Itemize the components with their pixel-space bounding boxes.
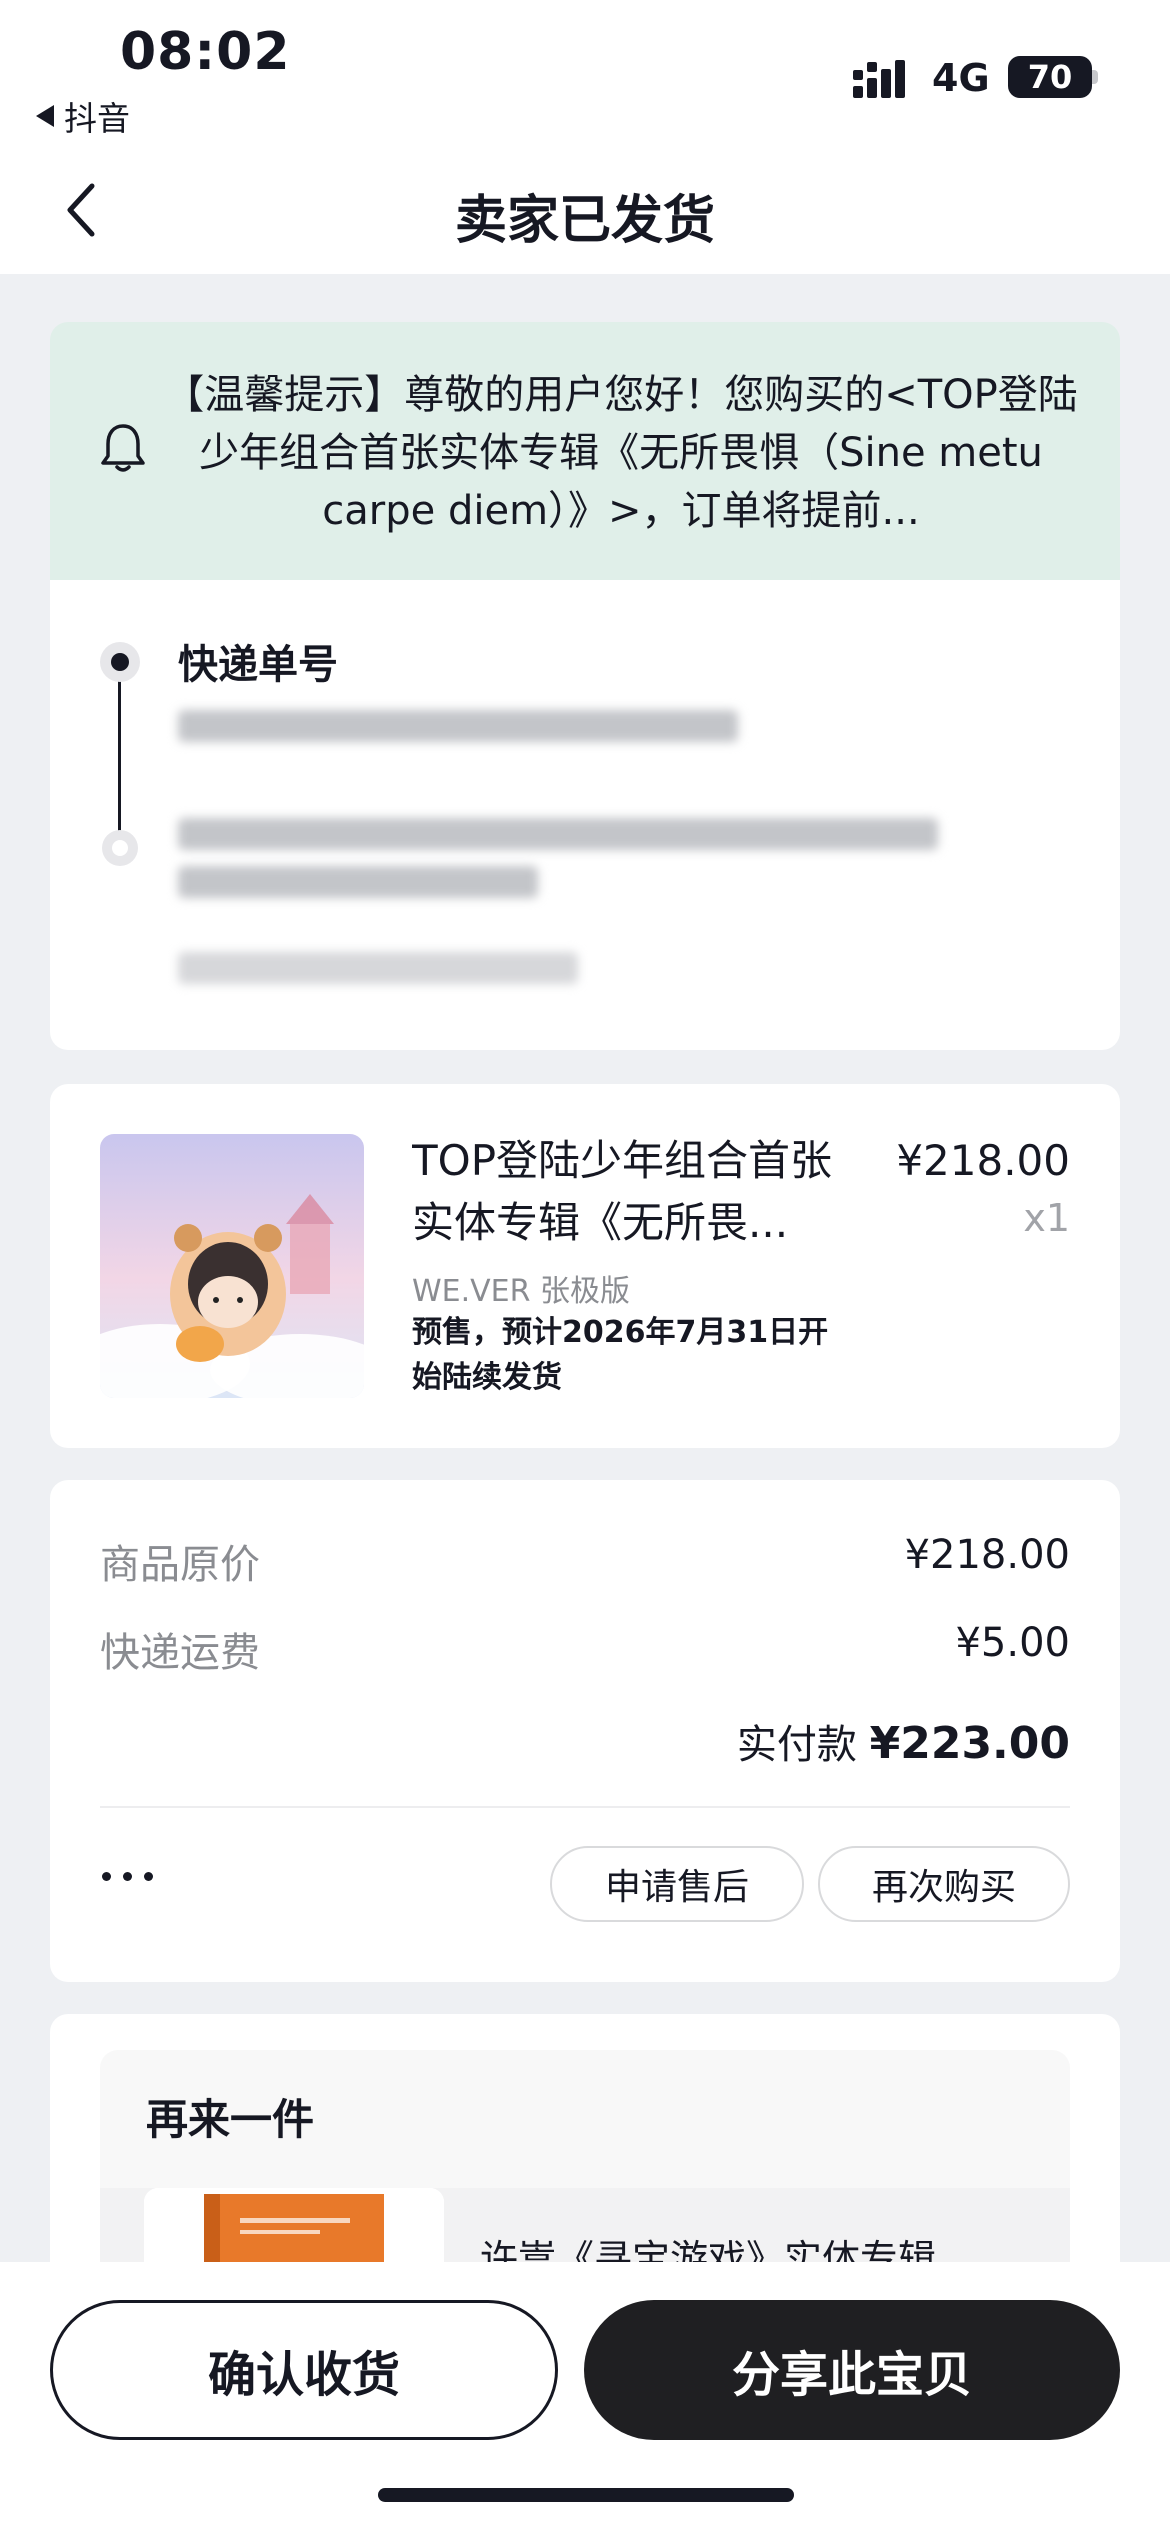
product-card[interactable]: TOP登陆少年组合首张实体专辑《无所畏... ¥218.00 x1 WE.VER… (50, 1084, 1120, 1448)
logistics-card[interactable]: 快递单号 (50, 580, 1120, 1050)
presale-note: 预售，预计2026年7月31日开始陆续发货 (412, 1315, 829, 1395)
battery-icon: 70 (1008, 56, 1092, 98)
network-type: 4G (932, 56, 990, 100)
bell-icon (101, 424, 145, 472)
tracking-number-blurred (178, 710, 738, 742)
notice-banner[interactable]: 【温馨提示】尊敬的用户您好！您购买的<TOP登陆少年组合首张实体专辑《无所畏惧（… (50, 322, 1120, 580)
timeline-line (118, 662, 121, 847)
shipping-value: ¥5.00 (955, 1620, 1070, 1666)
product-price: ¥218.00 (896, 1136, 1070, 1185)
status-time: 08:02 (120, 22, 291, 82)
original-price-label: 商品原价 (100, 1542, 260, 1588)
buy-again-button[interactable]: 再次购买 (818, 1846, 1070, 1922)
product-sku: WE.VER 张极版 (412, 1274, 631, 1309)
shipping-row: 快递运费 ¥5.00 (100, 1620, 1070, 1678)
shipping-label: 快递运费 (100, 1630, 260, 1676)
bottom-action-bar: 确认收货 分享此宝贝 (0, 2262, 1170, 2532)
tracking-title: 快递单号 (178, 642, 338, 688)
original-price-row: 商品原价 ¥218.00 (100, 1532, 1070, 1590)
total-row: 实付款 ¥223.00 (737, 1712, 1070, 1770)
product-name[interactable]: TOP登陆少年组合首张实体专辑《无所畏... (412, 1130, 862, 1254)
total-label: 实付款 (736, 1722, 857, 1768)
confirm-receipt-button[interactable]: 确认收货 (50, 2300, 558, 2440)
share-button[interactable]: 分享此宝贝 (584, 2300, 1120, 2440)
battery-nub (1092, 70, 1098, 84)
more-options-icon[interactable] (102, 1872, 153, 1881)
battery-level: 70 (1027, 58, 1073, 96)
divider (100, 1806, 1070, 1808)
page-title: 卖家已发货 (454, 191, 715, 251)
notice-text: 【温馨提示】尊敬的用户您好！您购买的<TOP登陆少年组合首张实体专辑《无所畏惧（… (164, 372, 1078, 534)
signal-icon (853, 60, 905, 98)
address-line-2-blurred (178, 866, 538, 898)
recipient-blurred (178, 952, 578, 984)
status-bar: 08:02 抖音 4G 70 (0, 0, 1170, 150)
back-triangle-icon (36, 105, 54, 127)
timeline-dot-active (100, 642, 140, 682)
buy-again-title: 再来一件 (146, 2095, 315, 2144)
address-line-1-blurred (178, 818, 938, 850)
home-indicator[interactable] (378, 2488, 794, 2502)
back-app-label: 抖音 (64, 99, 130, 138)
nav-bar: 卖家已发货 (0, 150, 1170, 274)
payment-card: 商品原价 ¥218.00 快递运费 ¥5.00 实付款 ¥223.00 申请售后… (50, 1480, 1120, 1982)
total-value: ¥223.00 (869, 1718, 1070, 1769)
product-image[interactable] (100, 1134, 364, 1398)
after-sale-button[interactable]: 申请售后 (550, 1846, 804, 1922)
album-cover-art (100, 1134, 364, 1398)
original-price-value: ¥218.00 (904, 1532, 1070, 1578)
product-quantity: x1 (1023, 1196, 1070, 1240)
back-to-app-link[interactable]: 抖音 (36, 92, 130, 140)
timeline-dot-address (102, 830, 138, 866)
